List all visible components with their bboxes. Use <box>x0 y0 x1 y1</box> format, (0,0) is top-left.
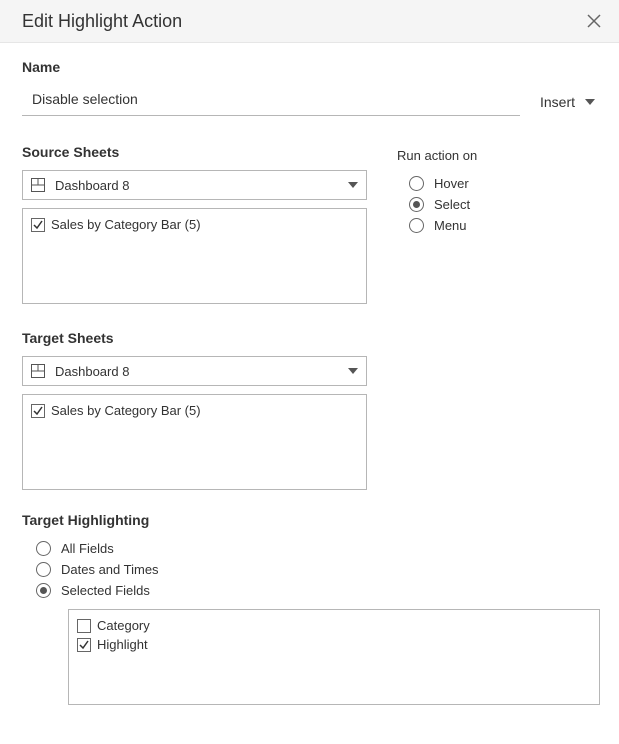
radio-button[interactable] <box>409 197 424 212</box>
highlight-all-fields[interactable]: All Fields <box>22 538 597 559</box>
checkbox[interactable] <box>77 619 91 633</box>
run-action-label: Run action on <box>397 148 597 163</box>
dialog-titlebar: Edit Highlight Action <box>0 0 619 43</box>
close-icon <box>587 14 601 28</box>
run-action-select[interactable]: Select <box>397 194 597 215</box>
field-label: Category <box>97 618 150 633</box>
radio-label: Menu <box>434 218 467 233</box>
dashboard-icon <box>31 364 45 378</box>
list-item[interactable]: Sales by Category Bar (5) <box>31 215 358 234</box>
target-dashboard-dropdown[interactable]: Dashboard 8 <box>22 356 367 386</box>
radio-button[interactable] <box>409 176 424 191</box>
radio-button[interactable] <box>36 562 51 577</box>
checkbox[interactable] <box>31 218 45 232</box>
radio-button[interactable] <box>36 541 51 556</box>
source-dashboard-dropdown[interactable]: Dashboard 8 <box>22 170 367 200</box>
radio-button[interactable] <box>36 583 51 598</box>
radio-button[interactable] <box>409 218 424 233</box>
dialog-title: Edit Highlight Action <box>22 11 182 32</box>
radio-label: All Fields <box>61 541 114 556</box>
run-action-menu[interactable]: Menu <box>397 215 597 236</box>
dashboard-icon <box>31 178 45 192</box>
chevron-down-icon <box>348 368 358 374</box>
list-item[interactable]: Category <box>77 616 591 635</box>
close-button[interactable] <box>583 10 605 32</box>
insert-label: Insert <box>540 94 575 110</box>
source-dashboard-value: Dashboard 8 <box>55 178 348 193</box>
target-sheets-label: Target Sheets <box>22 330 597 346</box>
source-sheet-label: Sales by Category Bar (5) <box>51 217 201 232</box>
target-dashboard-value: Dashboard 8 <box>55 364 348 379</box>
insert-button[interactable]: Insert <box>538 88 597 116</box>
name-label: Name <box>22 59 597 75</box>
checkbox[interactable] <box>77 638 91 652</box>
action-name-input[interactable] <box>22 85 520 116</box>
field-label: Highlight <box>97 637 148 652</box>
target-highlighting-label: Target Highlighting <box>22 512 597 528</box>
radio-label: Select <box>434 197 470 212</box>
selected-fields-list[interactable]: Category Highlight <box>68 609 600 705</box>
run-action-hover[interactable]: Hover <box>397 173 597 194</box>
chevron-down-icon <box>585 99 595 105</box>
target-sheets-list[interactable]: Sales by Category Bar (5) <box>22 394 367 490</box>
highlight-selected-fields[interactable]: Selected Fields <box>22 580 597 601</box>
list-item[interactable]: Highlight <box>77 635 591 654</box>
source-sheets-list[interactable]: Sales by Category Bar (5) <box>22 208 367 304</box>
radio-label: Hover <box>434 176 469 191</box>
radio-label: Dates and Times <box>61 562 159 577</box>
chevron-down-icon <box>348 182 358 188</box>
target-sheet-label: Sales by Category Bar (5) <box>51 403 201 418</box>
source-sheets-label: Source Sheets <box>22 144 367 160</box>
highlight-dates-times[interactable]: Dates and Times <box>22 559 597 580</box>
radio-label: Selected Fields <box>61 583 150 598</box>
list-item[interactable]: Sales by Category Bar (5) <box>31 401 358 420</box>
checkbox[interactable] <box>31 404 45 418</box>
